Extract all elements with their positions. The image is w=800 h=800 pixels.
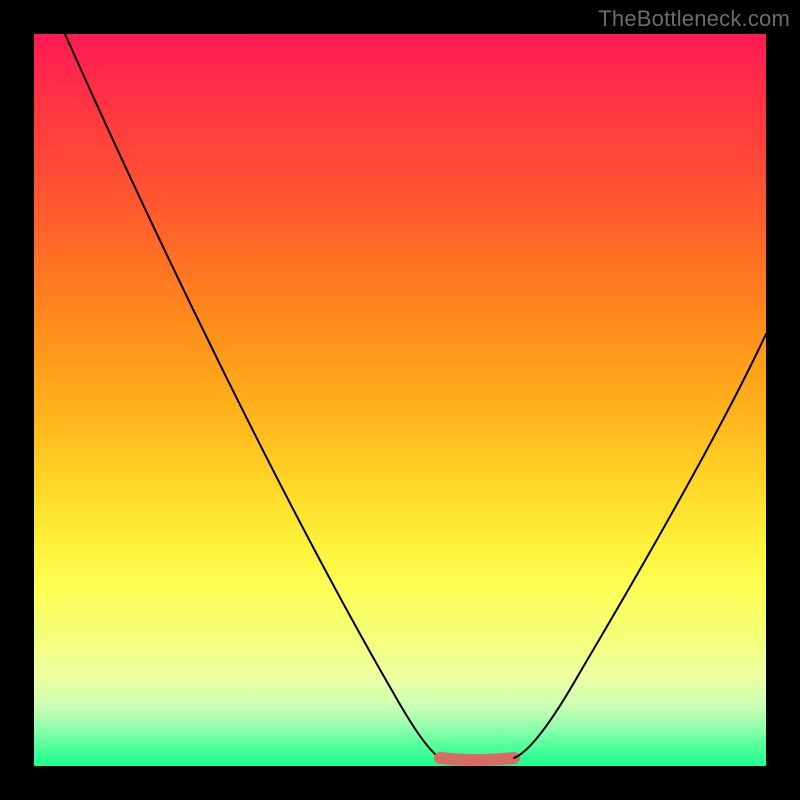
curve-right-branch [514, 334, 766, 758]
plot-area [34, 34, 766, 766]
curve-valley-flat [440, 758, 514, 760]
chart-frame: TheBottleneck.com [0, 0, 800, 800]
watermark-text: TheBottleneck.com [598, 6, 790, 32]
bottleneck-curve [34, 34, 766, 766]
curve-left-branch [65, 34, 440, 758]
